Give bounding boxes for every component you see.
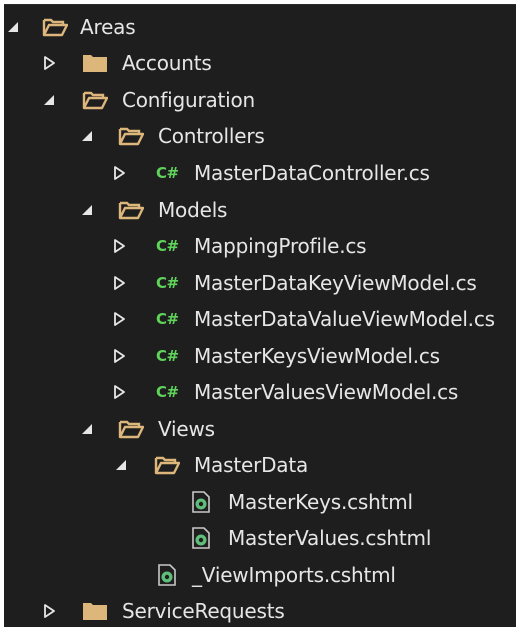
expanded-triangle-icon[interactable] xyxy=(80,118,94,154)
open-folder-icon xyxy=(82,82,108,118)
open-folder-icon xyxy=(118,411,144,447)
tree-item-servicerequests[interactable]: ServiceRequests xyxy=(4,593,516,627)
expanded-triangle-icon[interactable] xyxy=(114,447,128,483)
tree-item-label: Controllers xyxy=(158,124,265,148)
expanded-triangle-icon[interactable] xyxy=(80,192,94,228)
csharp-file-icon: C# xyxy=(156,164,179,182)
csharp-file-icon: C# xyxy=(156,274,179,292)
csharp-file-icon: C# xyxy=(156,310,179,328)
solution-explorer-tree: Areas Accounts Configuration Controllers xyxy=(4,4,516,627)
collapsed-triangle-icon[interactable] xyxy=(112,265,126,301)
folder-icon xyxy=(82,593,108,627)
tree-item-label: Areas xyxy=(80,15,136,39)
tree-item-configuration[interactable]: Configuration xyxy=(4,82,516,118)
tree-item-label: Models xyxy=(158,198,228,222)
tree-item-masterkeys-cshtml[interactable]: MasterKeys.cshtml xyxy=(4,484,516,520)
open-folder-icon xyxy=(118,192,144,228)
razor-file-icon xyxy=(192,520,210,556)
tree-item-label: MasterKeysViewModel.cs xyxy=(194,344,440,368)
tree-item-accounts[interactable]: Accounts xyxy=(4,45,516,81)
collapsed-triangle-icon[interactable] xyxy=(112,301,126,337)
tree-item-views[interactable]: Views xyxy=(4,411,516,447)
collapsed-triangle-icon[interactable] xyxy=(42,45,56,81)
collapsed-triangle-icon[interactable] xyxy=(112,155,126,191)
tree-item-label: Configuration xyxy=(122,88,256,112)
collapsed-triangle-icon[interactable] xyxy=(112,338,126,374)
tree-item-label: _ViewImports.cshtml xyxy=(192,563,396,587)
tree-item-viewimports-cshtml[interactable]: _ViewImports.cshtml xyxy=(4,557,516,593)
tree-item-label: MasterDataController.cs xyxy=(194,161,430,185)
tree-item-label: MasterData xyxy=(194,453,309,477)
collapsed-triangle-icon[interactable] xyxy=(112,228,126,264)
tree-item-label: MasterKeys.cshtml xyxy=(228,490,413,514)
tree-item-label: MappingProfile.cs xyxy=(194,234,367,258)
tree-item-masterdatacontroller[interactable]: C# MasterDataController.cs xyxy=(4,155,516,191)
tree-item-label: Views xyxy=(158,417,215,441)
open-folder-icon xyxy=(42,9,68,45)
tree-item-masterdatakeyviewmodel[interactable]: C# MasterDataKeyViewModel.cs xyxy=(4,265,516,301)
open-folder-icon xyxy=(118,118,144,154)
tree-item-label: Accounts xyxy=(122,51,212,75)
folder-icon xyxy=(82,45,108,81)
tree-item-label: MasterValues.cshtml xyxy=(228,526,432,550)
csharp-file-icon: C# xyxy=(156,383,179,401)
razor-file-icon xyxy=(158,557,176,593)
tree-item-mastervaluesviewmodel[interactable]: C# MasterValuesViewModel.cs xyxy=(4,374,516,410)
tree-item-label: MasterDataValueViewModel.cs xyxy=(194,307,495,331)
tree-item-masterdata[interactable]: MasterData xyxy=(4,447,516,483)
tree-item-masterdatavalueviewmodel[interactable]: C# MasterDataValueViewModel.cs xyxy=(4,301,516,337)
tree-item-label: ServiceRequests xyxy=(122,599,285,623)
expanded-triangle-icon[interactable] xyxy=(80,411,94,447)
tree-item-mastervalues-cshtml[interactable]: MasterValues.cshtml xyxy=(4,520,516,556)
razor-file-icon xyxy=(192,484,210,520)
tree-item-label: MasterDataKeyViewModel.cs xyxy=(194,271,477,295)
expanded-triangle-icon[interactable] xyxy=(6,9,20,45)
collapsed-triangle-icon[interactable] xyxy=(42,593,56,627)
tree-item-models[interactable]: Models xyxy=(4,192,516,228)
tree-item-masterkeysviewmodel[interactable]: C# MasterKeysViewModel.cs xyxy=(4,338,516,374)
tree-item-label: MasterValuesViewModel.cs xyxy=(194,380,459,404)
tree-item-areas[interactable]: Areas xyxy=(4,9,516,45)
csharp-file-icon: C# xyxy=(156,237,179,255)
collapsed-triangle-icon[interactable] xyxy=(112,374,126,410)
tree-item-mappingprofile[interactable]: C# MappingProfile.cs xyxy=(4,228,516,264)
open-folder-icon xyxy=(154,447,180,483)
expanded-triangle-icon[interactable] xyxy=(42,82,56,118)
csharp-file-icon: C# xyxy=(156,347,179,365)
tree-item-controllers[interactable]: Controllers xyxy=(4,118,516,154)
